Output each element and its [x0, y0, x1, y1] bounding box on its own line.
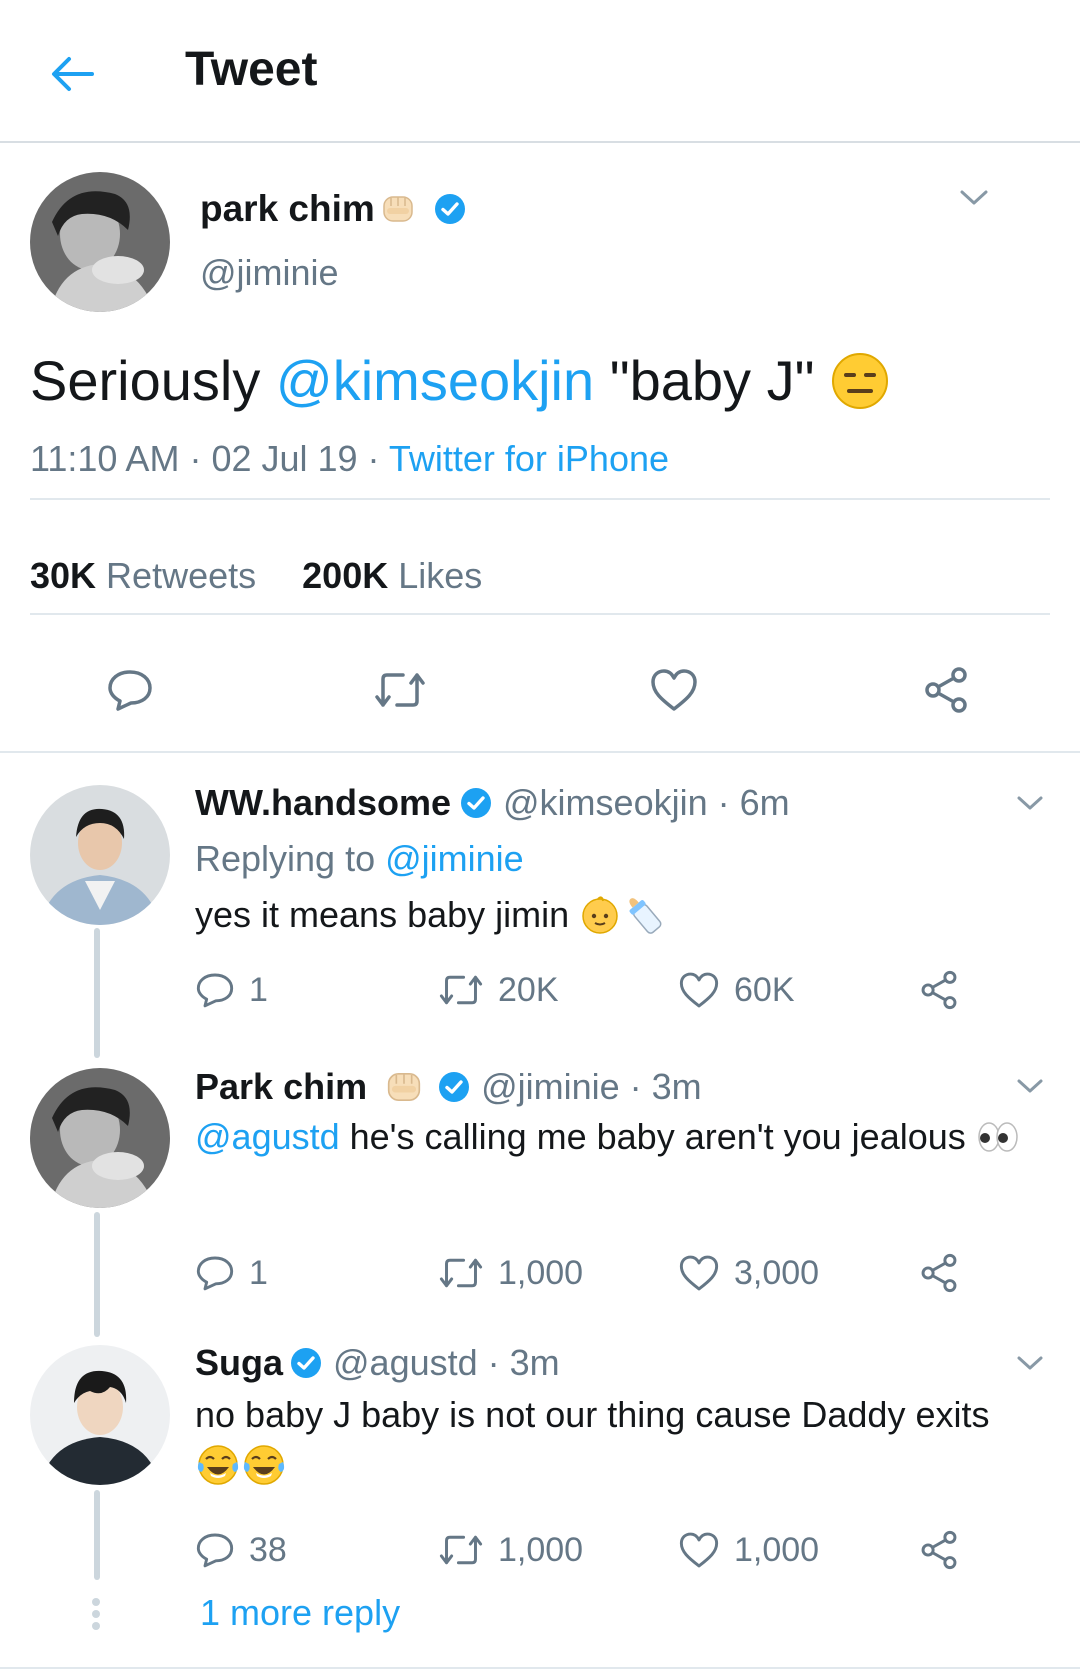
- author-handle[interactable]: @agustd · 3m: [333, 1342, 560, 1384]
- baby-emoji-icon: [582, 896, 618, 934]
- chevron-down-icon: [1017, 1356, 1043, 1370]
- retweet-button[interactable]: 20K: [438, 965, 559, 1015]
- tweet-time: 11:10 AM: [30, 438, 180, 479]
- verified-badge-icon: [291, 1348, 322, 1378]
- retweet-icon: [439, 975, 483, 1005]
- page-title: Tweet: [185, 43, 318, 96]
- tears-of-joy-emoji-icon: [197, 1445, 239, 1485]
- reply-text: @agustd he's calling me baby aren't you …: [195, 1116, 1020, 1158]
- share-icon: [921, 970, 957, 1010]
- heart-icon: [679, 1255, 719, 1291]
- retweet-icon: [439, 1535, 483, 1565]
- retweet-icon: [375, 673, 425, 707]
- top-bar: Tweet: [0, 0, 1080, 143]
- tears-of-joy-emoji-icon: [243, 1445, 285, 1485]
- share-icon: [925, 667, 967, 713]
- divider: [0, 751, 1080, 753]
- arrow-left-icon: [52, 57, 94, 91]
- tweet-meta: 11:10 AM · 02 Jul 19 · Twitter for iPhon…: [30, 438, 670, 479]
- replying-to: Replying to @jiminie: [195, 838, 524, 879]
- eyes-emoji-icon: [978, 1122, 1018, 1152]
- reply-actions: 1 20K 60K: [0, 965, 1080, 1015]
- avatar[interactable]: [30, 1068, 170, 1208]
- verified-badge-icon: [434, 194, 465, 224]
- reply-button[interactable]: 1: [195, 965, 268, 1015]
- reply-header: Suga @agustd · 3m: [195, 1342, 560, 1384]
- tweet-menu-button[interactable]: [1012, 1345, 1048, 1381]
- reply-button[interactable]: [100, 660, 160, 720]
- like-button[interactable]: 3,000: [678, 1248, 819, 1298]
- reply-actions: 1 1,000 3,000: [0, 1248, 1080, 1298]
- reply-bubble-icon: [196, 1256, 234, 1291]
- author-name[interactable]: Suga: [195, 1342, 283, 1384]
- tweet-actions: [0, 660, 1080, 720]
- avatar[interactable]: [30, 172, 170, 312]
- reply-text: no baby J baby is not our thing cause Da…: [195, 1394, 990, 1435]
- raised-fist-emoji-icon: [383, 196, 413, 222]
- reply-actions: 38 1,000 1,000: [0, 1525, 1080, 1575]
- tweet-source-link[interactable]: Twitter for iPhone: [389, 438, 669, 479]
- tweet-menu-button[interactable]: [956, 180, 992, 216]
- raised-fist-emoji-icon: [387, 1073, 421, 1101]
- tweet-stats: 30K Retweets 200K Likes: [30, 555, 482, 597]
- heart-icon: [679, 1532, 719, 1568]
- back-button[interactable]: [44, 46, 100, 102]
- like-button[interactable]: 1,000: [678, 1525, 819, 1575]
- retweet-button[interactable]: [370, 660, 430, 720]
- verified-badge-icon: [439, 1072, 470, 1102]
- retweet-button[interactable]: 1,000: [438, 1248, 583, 1298]
- share-button[interactable]: [918, 1248, 974, 1298]
- chevron-down-icon: [960, 190, 988, 205]
- verified-badge-icon: [461, 788, 492, 818]
- reply-bubble-icon: [108, 670, 152, 711]
- author-handle[interactable]: @jiminie: [200, 252, 339, 294]
- reply-text: yes it means baby jimin: [195, 892, 667, 938]
- share-button[interactable]: [916, 660, 976, 720]
- tweet-menu-button[interactable]: [1012, 785, 1048, 821]
- chevron-down-icon: [1017, 796, 1043, 810]
- heart-icon: [651, 669, 697, 711]
- retweet-button[interactable]: 1,000: [438, 1525, 583, 1575]
- thread-dots: [92, 1598, 102, 1634]
- mention-link[interactable]: @agustd: [195, 1116, 340, 1158]
- retweet-icon: [439, 1258, 483, 1288]
- share-icon: [921, 1530, 957, 1570]
- reply-button[interactable]: 38: [195, 1525, 287, 1575]
- author-handle[interactable]: @kimseokjin · 6m: [503, 782, 790, 824]
- author-name[interactable]: park chim: [200, 188, 467, 230]
- expressionless-face-emoji-icon: [832, 352, 889, 409]
- divider: [30, 498, 1050, 500]
- chevron-down-icon: [1017, 1079, 1043, 1093]
- reply-header: Park chim @jiminie · 3m: [195, 1064, 702, 1110]
- mention-link[interactable]: @jiminie: [385, 838, 524, 879]
- share-button[interactable]: [918, 1525, 974, 1575]
- retweets-stat[interactable]: 30K Retweets: [30, 555, 256, 596]
- tweet-text: Seriously @kimseokjin "baby J": [30, 348, 890, 413]
- divider: [30, 613, 1050, 615]
- share-icon: [921, 1253, 957, 1293]
- reply-header: WW.handsome @kimseokjin · 6m: [195, 782, 790, 824]
- reply-bubble-icon: [196, 1533, 234, 1568]
- author-name[interactable]: Park chim: [195, 1066, 367, 1108]
- author-name[interactable]: WW.handsome: [195, 782, 451, 824]
- avatar[interactable]: [30, 1345, 170, 1485]
- baby-bottle-emoji-icon: [629, 898, 662, 934]
- share-button[interactable]: [918, 965, 974, 1015]
- heart-icon: [679, 972, 719, 1008]
- avatar[interactable]: [30, 785, 170, 925]
- more-replies-link[interactable]: 1 more reply: [200, 1592, 400, 1634]
- like-button[interactable]: 60K: [678, 965, 795, 1015]
- divider: [0, 1667, 1080, 1669]
- tweet-date: 02 Jul 19: [211, 438, 358, 479]
- reply-emojis: [195, 1442, 287, 1488]
- reply-button[interactable]: 1: [195, 1248, 268, 1298]
- tweet-menu-button[interactable]: [1012, 1068, 1048, 1104]
- reply-bubble-icon: [196, 973, 234, 1008]
- mention-link[interactable]: @kimseokjin: [276, 348, 594, 413]
- likes-stat[interactable]: 200K Likes: [302, 555, 482, 596]
- author-handle[interactable]: @jiminie · 3m: [481, 1066, 702, 1108]
- like-button[interactable]: [644, 660, 704, 720]
